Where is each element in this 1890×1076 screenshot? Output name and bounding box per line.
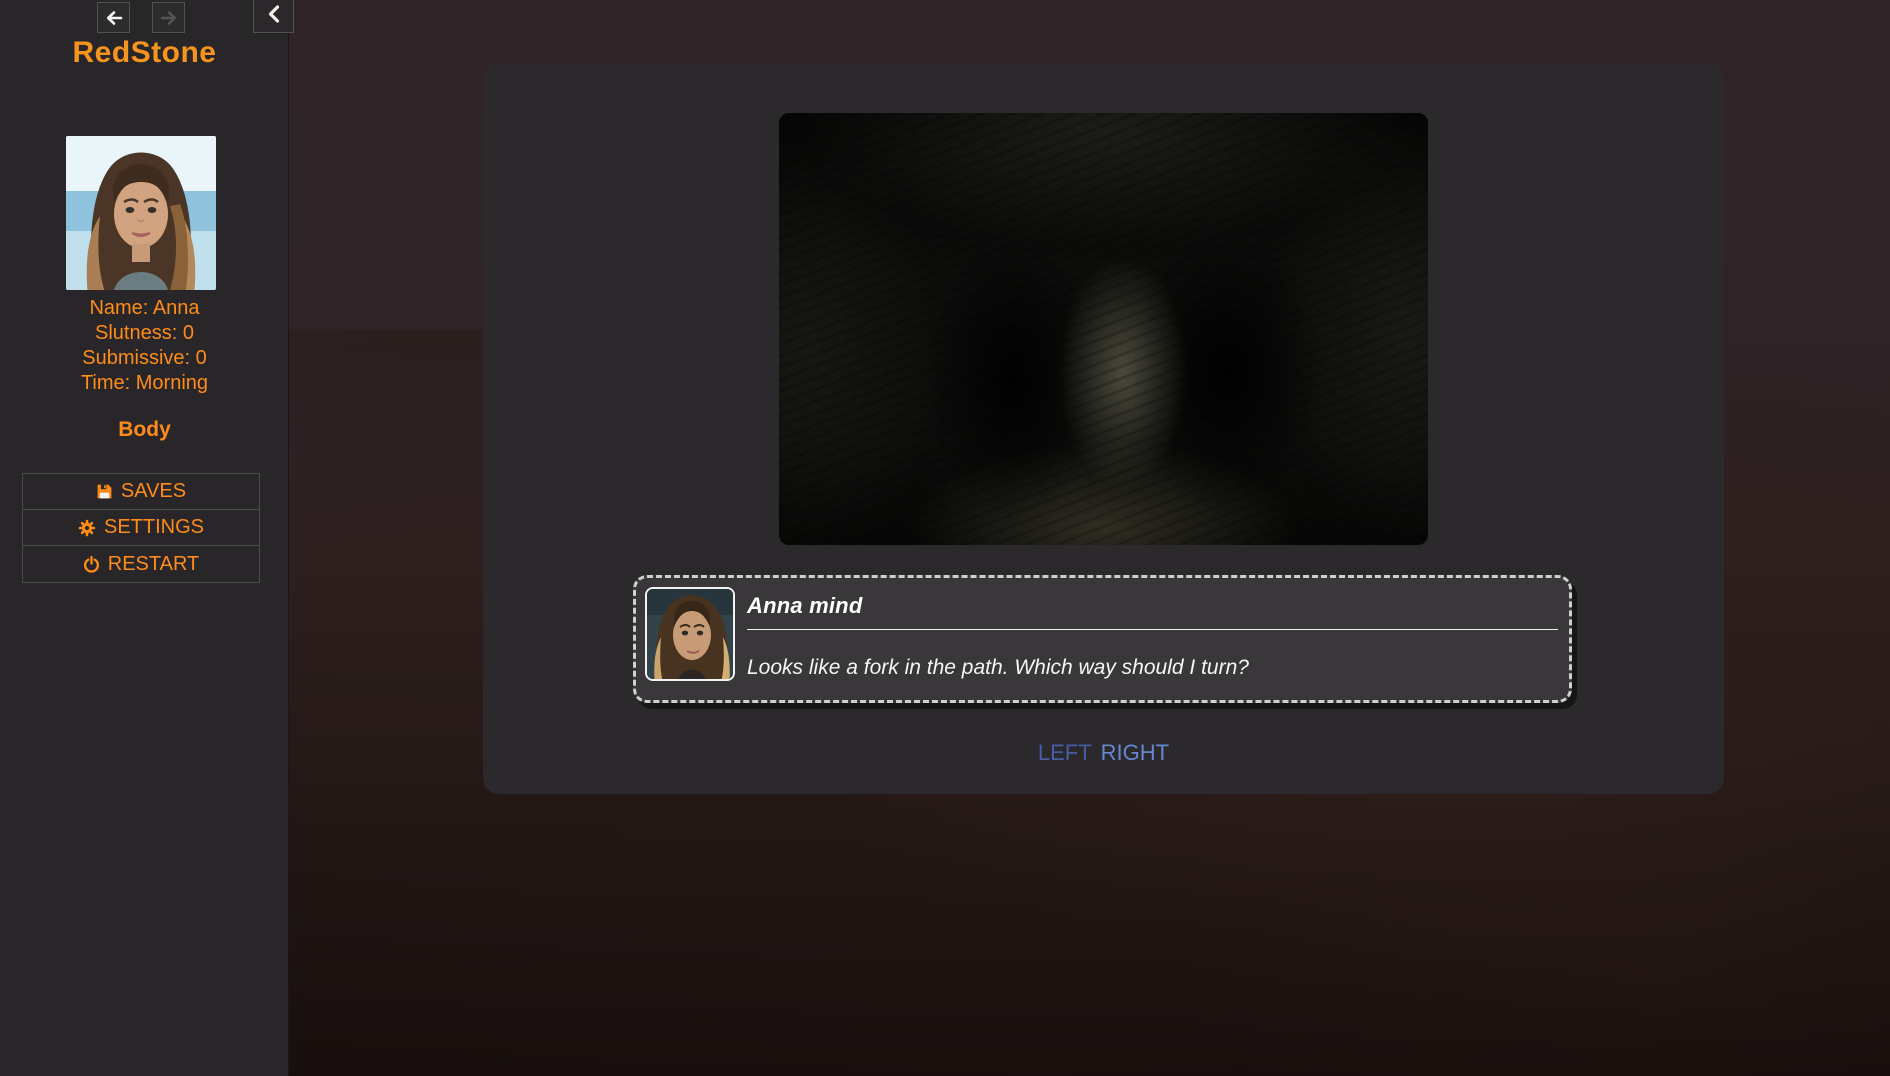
save-icon [96,483,113,500]
dialog-speaker: Anna mind [747,593,1558,619]
history-forward-button[interactable] [152,2,185,33]
character-stats: Name: Anna Slutness: 0 Submissive: 0 Tim… [0,296,289,396]
stat-time: Time: Morning [0,371,289,396]
speaker-avatar [645,587,735,681]
sidebar-menu: SAVES SETTINGS [22,473,260,583]
stat-submissive: Submissive: 0 [0,346,289,371]
cave-rock-texture [779,113,1428,545]
dialog-text: Looks like a fork in the path. Which way… [747,656,1558,680]
back-arrow-icon [105,10,123,26]
menu-item-label: SETTINGS [104,516,204,539]
dialog-content: Anna mind Looks like a fork in the path.… [747,587,1560,691]
forward-arrow-icon [160,10,178,26]
menu-item-settings[interactable]: SETTINGS [23,510,259,546]
body-link[interactable]: Body [0,418,289,442]
choice-left-link[interactable]: LEFT [1038,740,1092,765]
menu-item-label: RESTART [108,553,200,576]
choice-right-link[interactable]: RIGHT [1101,740,1169,765]
character-portrait [66,136,216,290]
menu-item-saves[interactable]: SAVES [23,474,259,510]
history-back-button[interactable] [97,2,130,33]
menu-item-label: SAVES [121,480,186,503]
sidebar: RedStone Name: Anna Slutness: 0 Submissi… [0,0,289,1076]
passage-card: Anna mind Looks like a fork in the path.… [483,63,1724,794]
sidebar-collapse-button[interactable] [253,0,294,33]
app-title: RedStone [0,36,289,70]
dialog-box: Anna mind Looks like a fork in the path.… [633,575,1572,703]
menu-item-restart[interactable]: RESTART [23,546,259,582]
dialog-divider [747,629,1558,630]
chevron-left-icon [266,3,282,30]
gear-icon [78,519,96,537]
stat-slutness: Slutness: 0 [0,321,289,346]
stat-name: Name: Anna [0,296,289,321]
power-icon [83,556,100,573]
cave-fork-image [779,113,1428,545]
choice-links: LEFT RIGHT [483,740,1724,766]
